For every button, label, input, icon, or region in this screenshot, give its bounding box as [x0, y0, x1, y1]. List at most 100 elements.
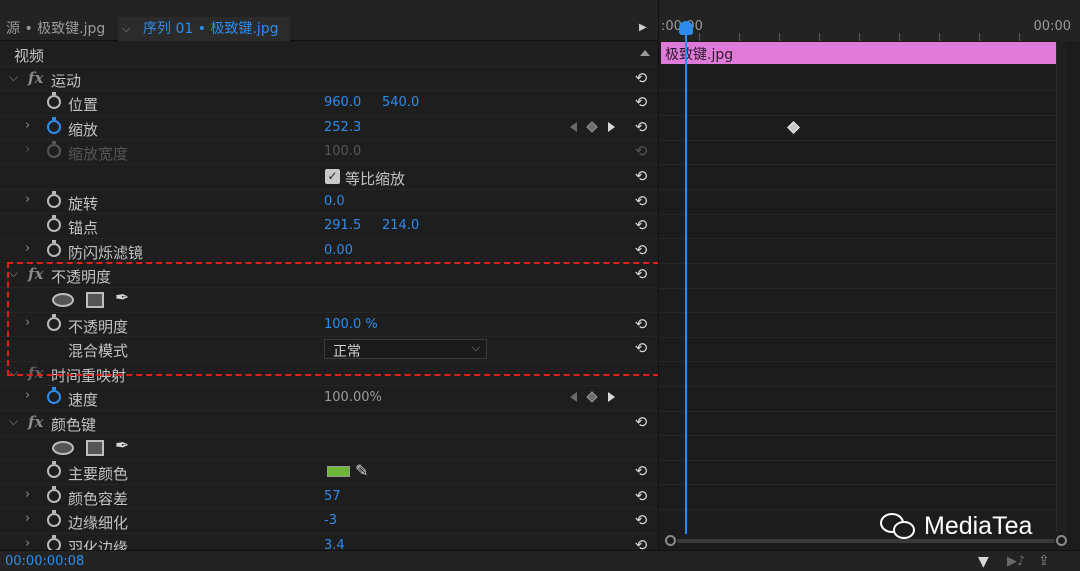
- position-y-value[interactable]: 540.0: [382, 95, 419, 110]
- pen-mask-icon[interactable]: ✒: [115, 436, 129, 456]
- property-tolerance: › 颜色容差 57 ⟲: [0, 485, 658, 510]
- opacity-value[interactable]: 100.0 %: [324, 317, 378, 332]
- property-rotation: › 旋转 0.0 ⟲: [0, 190, 658, 215]
- stopwatch-icon[interactable]: [47, 239, 61, 257]
- stopwatch-icon[interactable]: [47, 92, 61, 110]
- reset-icon[interactable]: ⟲: [632, 265, 650, 283]
- speed-value[interactable]: 100.00%: [324, 390, 382, 405]
- chevron-right-icon[interactable]: ›: [25, 511, 30, 526]
- reset-icon[interactable]: ⟲: [632, 118, 650, 136]
- stopwatch-icon[interactable]: [47, 116, 61, 134]
- stopwatch-icon[interactable]: [47, 215, 61, 233]
- rectangle-mask-icon[interactable]: [86, 292, 104, 308]
- reset-icon[interactable]: ⟲: [632, 511, 650, 529]
- chevron-right-icon[interactable]: ›: [25, 388, 30, 403]
- reset-icon[interactable]: ⟲: [632, 487, 650, 505]
- property-label: 颜色容差: [68, 489, 129, 508]
- reset-icon[interactable]: ⟲: [632, 241, 650, 259]
- vertical-scrollbar[interactable]: [1056, 42, 1066, 532]
- reset-icon[interactable]: ⟲: [632, 93, 650, 111]
- scroll-handle-right[interactable]: [1056, 535, 1067, 546]
- ellipse-mask-icon[interactable]: [52, 293, 74, 307]
- reset-icon[interactable]: ⟲: [632, 413, 650, 431]
- chevron-down-icon[interactable]: ⌵: [9, 365, 18, 380]
- stopwatch-icon[interactable]: [47, 461, 61, 479]
- play-triangle-icon[interactable]: ▶: [639, 22, 647, 33]
- playhead-line[interactable]: [685, 30, 687, 534]
- reset-icon[interactable]: ⟲: [632, 167, 650, 185]
- scroll-up-icon[interactable]: [640, 50, 650, 56]
- chevron-right-icon[interactable]: ›: [25, 315, 30, 330]
- effect-color-key[interactable]: ⌵ fx 颜色键 ⟲: [0, 411, 658, 436]
- tab-source-monitor[interactable]: 源 • 极致键.jpg: [6, 17, 105, 41]
- key-color-swatch[interactable]: [327, 466, 350, 478]
- reset-icon[interactable]: ⟲: [632, 339, 650, 357]
- effect-opacity[interactable]: ⌵ fx 不透明度 ⟲: [0, 263, 658, 288]
- fx-icon[interactable]: fx: [28, 265, 43, 283]
- filter-icon[interactable]: ▼: [978, 554, 989, 570]
- property-label: 位置: [68, 96, 99, 115]
- rectangle-mask-icon[interactable]: [86, 439, 104, 456]
- chevron-right-icon[interactable]: ›: [25, 241, 30, 256]
- next-keyframe-icon[interactable]: [608, 121, 615, 132]
- current-timecode[interactable]: 00:00:00:08: [5, 554, 84, 569]
- fx-icon[interactable]: fx: [28, 69, 43, 87]
- chevron-right-icon[interactable]: ›: [25, 487, 30, 502]
- chevron-right-icon[interactable]: ›: [25, 192, 30, 207]
- chevron-down-icon[interactable]: ⌵: [122, 17, 130, 41]
- next-keyframe-icon[interactable]: [608, 392, 615, 403]
- blend-mode-select[interactable]: 正常 ⌵: [324, 339, 487, 360]
- ruler-end-time: 00:00: [1033, 19, 1071, 34]
- scroll-handle-left[interactable]: [665, 535, 676, 546]
- wechat-logo-icon: [878, 511, 918, 541]
- reset-icon: ⟲: [634, 142, 648, 161]
- property-edge-thin: › 边缘细化 -3 ⟲: [0, 509, 658, 534]
- chevron-down-icon[interactable]: ⌵: [9, 70, 18, 85]
- fx-icon[interactable]: fx: [28, 413, 43, 431]
- time-ruler[interactable]: :00:00 00:00: [659, 0, 1080, 41]
- stopwatch-icon[interactable]: [47, 510, 61, 528]
- tab-sequence[interactable]: 序列 01 • 极致键.jpg: [143, 17, 279, 41]
- stopwatch-icon[interactable]: [47, 313, 61, 331]
- reset-icon[interactable]: ⟲: [632, 462, 650, 480]
- chevron-right-icon[interactable]: ›: [25, 118, 30, 133]
- stopwatch-icon[interactable]: [47, 387, 61, 405]
- position-x-value[interactable]: 960.0: [324, 95, 361, 110]
- pen-mask-icon[interactable]: ✒: [115, 288, 129, 308]
- ellipse-mask-icon[interactable]: [52, 440, 74, 455]
- effect-motion[interactable]: ⌵ fx 运动 ⟲: [0, 67, 658, 92]
- reset-icon[interactable]: ⟲: [632, 69, 650, 87]
- anti-flicker-value[interactable]: 0.00: [324, 243, 353, 258]
- effect-color-key-label: 颜色键: [51, 416, 97, 434]
- prev-keyframe-icon[interactable]: [570, 121, 577, 132]
- prev-keyframe-icon[interactable]: [570, 392, 577, 403]
- chevron-right-icon[interactable]: ›: [25, 536, 30, 551]
- add-keyframe-icon[interactable]: [586, 391, 598, 404]
- effect-time-remap[interactable]: ⌵ fx 时间重映射: [0, 362, 658, 387]
- stopwatch-icon[interactable]: [47, 190, 61, 208]
- uniform-scale-checkbox[interactable]: ✓: [325, 169, 340, 184]
- export-icon[interactable]: ⇪: [1038, 553, 1050, 569]
- playhead-handle[interactable]: [679, 21, 693, 35]
- ruler-tick: [779, 33, 780, 41]
- rotation-value[interactable]: 0.0: [324, 194, 345, 209]
- keyframe-diamond[interactable]: [787, 121, 800, 134]
- scale-value[interactable]: 252.3: [324, 120, 361, 135]
- property-position: 位置 960.0 540.0 ⟲: [0, 91, 658, 116]
- property-label: 主要颜色: [68, 465, 129, 484]
- reset-icon[interactable]: ⟲: [632, 192, 650, 210]
- add-keyframe-icon[interactable]: [586, 121, 598, 133]
- reset-icon[interactable]: ⟲: [632, 216, 650, 234]
- edge-thin-value[interactable]: -3: [324, 513, 337, 528]
- anchor-y-value[interactable]: 214.0: [382, 218, 419, 233]
- stopwatch-icon[interactable]: [47, 485, 61, 503]
- chevron-down-icon[interactable]: ⌵: [9, 414, 18, 429]
- tolerance-value[interactable]: 57: [324, 489, 341, 504]
- reset-icon[interactable]: ⟲: [632, 315, 650, 333]
- anchor-x-value[interactable]: 291.5: [324, 218, 361, 233]
- timeline-clip[interactable]: 极致键.jpg: [661, 42, 1063, 64]
- eyedropper-icon[interactable]: ✎: [355, 461, 368, 480]
- timeline-row-divider: [659, 312, 1063, 313]
- chevron-down-icon[interactable]: ⌵: [9, 266, 18, 281]
- play-audio-icon[interactable]: ▶♪: [1007, 554, 1025, 569]
